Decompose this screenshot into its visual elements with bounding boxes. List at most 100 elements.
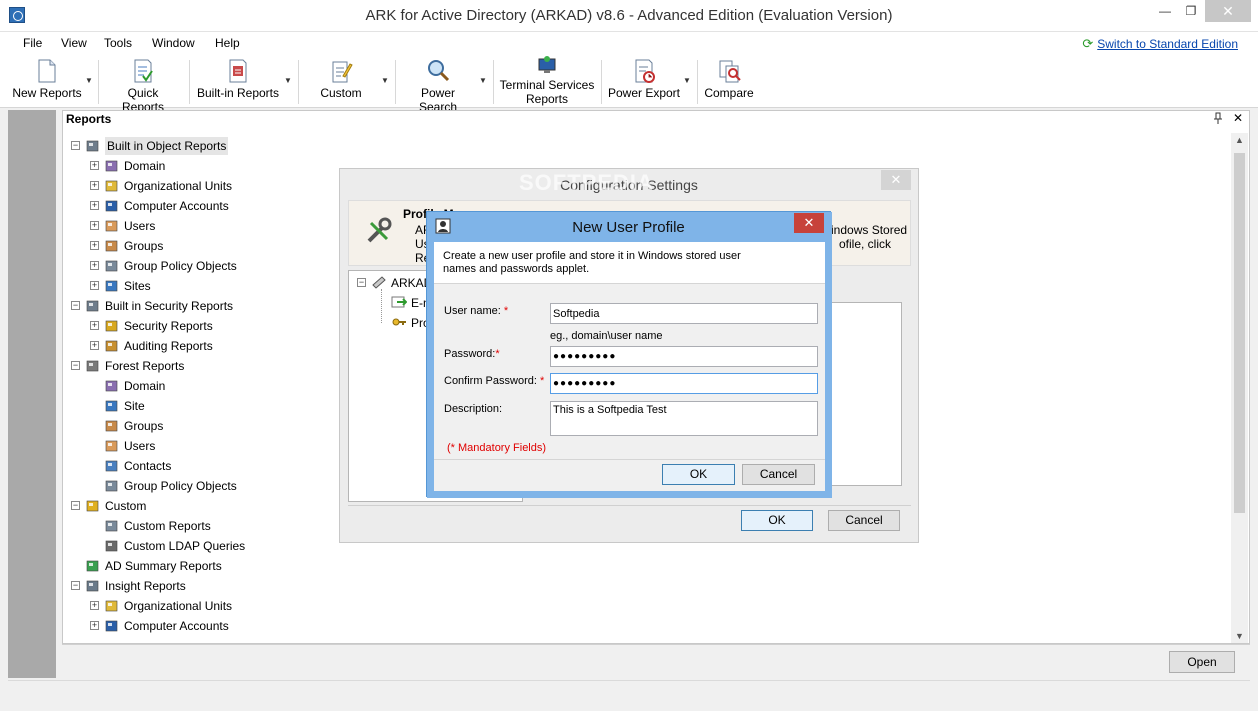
- custom-button[interactable]: Custom: [312, 58, 370, 100]
- terminal-services-reports-button[interactable]: Terminal Services Reports: [499, 56, 595, 106]
- tree-expander[interactable]: +: [90, 181, 99, 190]
- email-settings-icon: [391, 296, 407, 308]
- username-hint: eg., domain\user name: [550, 330, 663, 342]
- description-textarea[interactable]: This is a Softpedia Test: [550, 401, 818, 436]
- menu-help[interactable]: Help: [215, 36, 240, 50]
- menu-bar: File View Tools Window Help ⟳ Switch to S…: [0, 32, 1258, 54]
- status-bar: [8, 680, 1250, 702]
- domain-icon: [105, 380, 118, 392]
- ok-button[interactable]: OK: [662, 464, 735, 485]
- built-in-reports-button[interactable]: Built-in Reports: [196, 58, 280, 100]
- vertical-scrollbar[interactable]: ▲ ▼: [1231, 133, 1248, 643]
- new-user-profile-footer: OK Cancel: [434, 459, 825, 491]
- forest-icon: [86, 360, 99, 372]
- bottom-bar: Open: [62, 644, 1250, 680]
- power-export-dropdown[interactable]: ▼: [683, 76, 691, 85]
- toolbar-separator: [395, 60, 396, 104]
- tree-node-label: Built in Object Reports: [105, 137, 229, 155]
- panel-close-icon[interactable]: ✕: [1233, 111, 1243, 125]
- watermark: SOFTPEDIA: [519, 170, 654, 195]
- close-button[interactable]: ✕: [1205, 0, 1251, 22]
- ou-icon: [105, 180, 118, 192]
- config-cancel-button[interactable]: Cancel: [828, 510, 900, 531]
- tree-expander[interactable]: +: [90, 161, 99, 170]
- tree-expander[interactable]: +: [90, 281, 99, 290]
- tree-expander[interactable]: +: [90, 241, 99, 250]
- tree-expander[interactable]: −: [71, 501, 80, 510]
- pin-icon[interactable]: [1213, 112, 1223, 127]
- scroll-up-icon[interactable]: ▲: [1235, 135, 1244, 145]
- tree-expander[interactable]: +: [90, 341, 99, 350]
- computer-icon: [105, 620, 118, 632]
- tree-expander[interactable]: −: [71, 581, 80, 590]
- minimize-button[interactable]: —: [1152, 0, 1178, 22]
- tree-expander[interactable]: −: [71, 141, 80, 150]
- config-close-button[interactable]: ✕: [881, 170, 911, 190]
- tree-node-label: Group Policy Objects: [124, 479, 237, 493]
- summary-icon: [86, 560, 99, 572]
- ldap-icon: [105, 540, 118, 552]
- confirm-password-input[interactable]: ●●●●●●●●●: [550, 373, 818, 394]
- title-bar: ARK for Active Directory (ARKAD) v8.6 - …: [0, 0, 1258, 32]
- toolbar-separator: [493, 60, 494, 104]
- building-icon: [86, 140, 99, 152]
- config-ok-button[interactable]: OK: [741, 510, 813, 531]
- maximize-button[interactable]: ❐: [1178, 0, 1204, 22]
- mandatory-note: (* Mandatory Fields): [447, 442, 547, 454]
- cancel-button[interactable]: Cancel: [742, 464, 815, 485]
- tree-expander[interactable]: +: [90, 261, 99, 270]
- open-button[interactable]: Open: [1169, 651, 1235, 673]
- toolbar-separator: [298, 60, 299, 104]
- insight-icon: [86, 580, 99, 592]
- tree-node-label: Forest Reports: [105, 359, 185, 373]
- new-reports-button[interactable]: New Reports: [12, 58, 82, 100]
- switch-edition-label: Switch to Standard Edition: [1097, 37, 1238, 51]
- tree-expander[interactable]: +: [90, 201, 99, 210]
- lock-icon: [105, 320, 118, 332]
- user-icon: [105, 440, 118, 452]
- power-export-button[interactable]: Power Export: [607, 58, 681, 100]
- toolbar-separator: [98, 60, 99, 104]
- power-search-button[interactable]: Power Search: [401, 58, 475, 114]
- tree-node-label: Insight Reports: [105, 579, 186, 593]
- compare-button[interactable]: Compare: [702, 58, 756, 100]
- tree-expander[interactable]: +: [90, 321, 99, 330]
- new-report-icon: [38, 59, 56, 83]
- power-export-icon: [635, 59, 655, 83]
- terminal-services-icon: [538, 56, 556, 73]
- username-input[interactable]: [550, 303, 818, 324]
- key-icon: [392, 318, 406, 326]
- scroll-thumb[interactable]: [1234, 153, 1245, 513]
- tree-node-label: Custom: [105, 499, 147, 513]
- terminal-services-label-2: Reports: [525, 92, 569, 106]
- tree-node-label: Users: [124, 219, 156, 233]
- custom-dropdown[interactable]: ▼: [381, 76, 389, 85]
- scroll-down-icon[interactable]: ▼: [1235, 631, 1244, 641]
- new-user-profile-dialog: New User Profile ✕ Create a new user pro…: [426, 211, 832, 498]
- built-in-reports-dropdown[interactable]: ▼: [284, 76, 292, 85]
- tree-expander[interactable]: +: [90, 621, 99, 630]
- group-icon: [105, 240, 118, 252]
- menu-tools[interactable]: Tools: [104, 36, 132, 50]
- tree-expander[interactable]: +: [90, 601, 99, 610]
- power-search-icon: [428, 60, 450, 82]
- settings-icon: [372, 276, 386, 289]
- wrench-icon: [367, 217, 392, 243]
- tree-expander[interactable]: −: [357, 278, 366, 287]
- tree-expander[interactable]: +: [90, 221, 99, 230]
- panel-title: Reports: [66, 112, 112, 126]
- password-input[interactable]: ●●●●●●●●●: [550, 346, 818, 367]
- new-user-profile-close-button[interactable]: ✕: [794, 213, 824, 233]
- builtin-reports-icon: [229, 59, 247, 83]
- menu-file[interactable]: File: [23, 36, 42, 50]
- quick-reports-button[interactable]: Quick Reports: [105, 58, 181, 114]
- tree-expander[interactable]: −: [71, 301, 80, 310]
- config-header-text-5: ofile, click: [839, 237, 892, 251]
- new-reports-dropdown[interactable]: ▼: [85, 76, 93, 85]
- switch-edition-link[interactable]: ⟳ Switch to Standard Edition: [1082, 36, 1238, 52]
- menu-view[interactable]: View: [61, 36, 87, 50]
- tree-node-label: Users: [124, 439, 156, 453]
- power-search-dropdown[interactable]: ▼: [479, 76, 487, 85]
- tree-expander[interactable]: −: [71, 361, 80, 370]
- menu-window[interactable]: Window: [152, 36, 195, 50]
